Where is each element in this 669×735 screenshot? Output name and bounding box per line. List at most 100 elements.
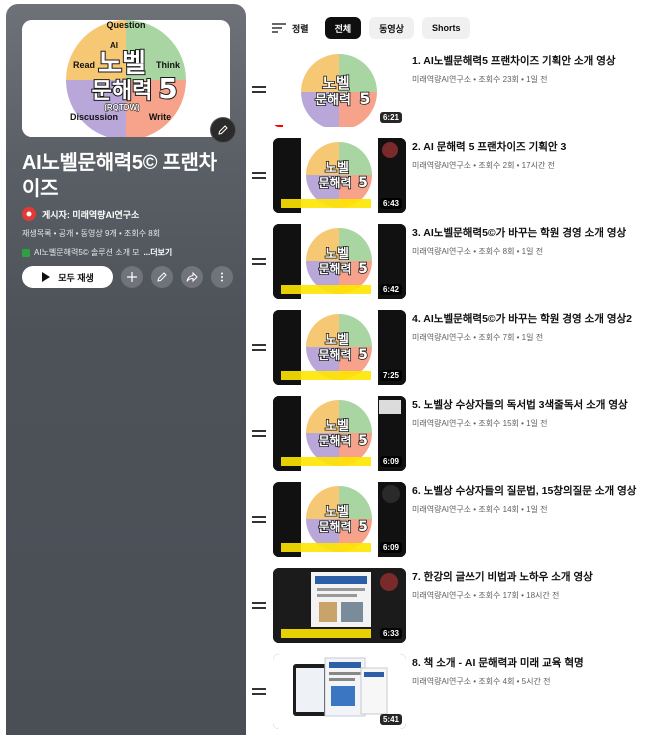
playlist-thumbnail[interactable]: Question Read Think Discussion Write 노벨 … xyxy=(22,20,230,137)
video-row[interactable]: 노벨 문해력 5 6:42 3. AI노벨문해력5©가 바꾸는 학원 경영 소개… xyxy=(252,224,662,310)
play-all-button[interactable]: 모두 재생 xyxy=(22,266,113,288)
video-row[interactable]: 노벨 문해력 5 6:43 2. AI 문해력 5 프랜차이즈 기획안 3 미래… xyxy=(252,138,662,224)
playlist-actions: 모두 재생 xyxy=(22,266,233,288)
video-duration: 6:42 xyxy=(379,284,402,295)
more-vert-icon xyxy=(221,272,223,282)
video-row[interactable]: 노벨 문해력 5 7:25 4. AI노벨문해력5©가 바꾸는 학원 경영 소개… xyxy=(252,310,662,396)
drag-handle-icon[interactable] xyxy=(252,344,266,352)
video-thumbnail[interactable]: 노벨 문해력 5 6:43 xyxy=(273,138,406,213)
video-meta: 미래역량AI연구소 • 조회수 23회 • 1일 전 xyxy=(412,75,548,84)
caption-band xyxy=(281,371,371,380)
add-video-button[interactable] xyxy=(121,266,143,288)
video-title[interactable]: 7. 한강의 글쓰기 비법과 노하우 소개 영상 xyxy=(412,570,657,584)
caption-band xyxy=(281,629,371,638)
video-duration: 6:43 xyxy=(379,198,402,209)
video-thumbnail[interactable]: 노벨 문해력 5 6:09 xyxy=(273,482,406,557)
drag-handle-icon[interactable] xyxy=(252,688,266,696)
chip-videos[interactable]: 동영상 xyxy=(369,17,414,39)
video-row[interactable]: 노벨 문해력 5 6:09 6. 노벨상 수상자들의 질문법, 15창의질문 소… xyxy=(252,482,662,568)
svg-text:5: 5 xyxy=(358,347,368,363)
video-thumbnail[interactable]: 노벨 문해력 5 6:21 xyxy=(273,52,406,127)
channel-logo-icon xyxy=(26,211,32,217)
channel-name[interactable]: 미래역량AI연구소 xyxy=(412,591,471,600)
video-thumbnail[interactable]: 6:33 xyxy=(273,568,406,643)
svg-text:노벨: 노벨 xyxy=(325,505,349,520)
video-row[interactable]: 6:33 7. 한강의 글쓰기 비법과 노하우 소개 영상 미래역량AI연구소 … xyxy=(252,568,662,654)
video-stats: 조회수 7회 • 1일 전 xyxy=(478,333,544,342)
sort-label: 정렬 xyxy=(292,23,309,34)
play-icon xyxy=(42,272,51,282)
video-thumbnail[interactable]: 5:41 xyxy=(273,654,406,729)
video-thumbnail[interactable]: 노벨 문해력 5 7:25 xyxy=(273,310,406,385)
playlist-description[interactable]: AI노벨문해력5© 솔루션 소개 모 ...더보기 xyxy=(22,247,172,258)
svg-text:문해력: 문해력 xyxy=(315,92,351,108)
pencil-icon xyxy=(157,272,167,282)
channel-name[interactable]: 미래역량AI연구소 xyxy=(412,161,471,170)
share-button[interactable] xyxy=(181,266,203,288)
chip-all[interactable]: 전체 xyxy=(324,17,362,39)
video-duration: 6:33 xyxy=(379,628,402,639)
drag-handle-icon[interactable] xyxy=(252,172,266,180)
video-duration: 7:25 xyxy=(379,370,402,381)
caption-band xyxy=(281,199,371,208)
drag-handle-icon[interactable] xyxy=(252,430,266,438)
svg-text:(RQTDW): (RQTDW) xyxy=(104,103,140,112)
drag-handle-icon[interactable] xyxy=(252,86,266,94)
svg-text:5: 5 xyxy=(359,89,370,108)
video-stats: 조회수 4회 • 5시간 전 xyxy=(478,677,551,686)
svg-text:문해력: 문해력 xyxy=(318,348,351,362)
drag-handle-icon[interactable] xyxy=(252,602,266,610)
sort-button[interactable]: 정렬 xyxy=(272,22,309,35)
more-link[interactable]: ...더보기 xyxy=(144,247,173,258)
channel-name[interactable]: 미래역량AI연구소 xyxy=(412,247,471,256)
svg-text:5: 5 xyxy=(358,433,368,449)
svg-text:노벨: 노벨 xyxy=(322,74,350,92)
video-stats: 조회수 2회 • 17시간 전 xyxy=(478,161,555,170)
video-thumbnail[interactable]: 노벨 문해력 5 6:09 xyxy=(273,396,406,471)
video-stats: 조회수 14회 • 1일 전 xyxy=(478,505,548,514)
chip-shorts[interactable]: Shorts xyxy=(421,17,471,39)
video-row[interactable]: 5:41 8. 책 소개 - AI 문해력과 미래 교육 혁명 미래역량AI연구… xyxy=(252,654,662,735)
video-row[interactable]: 노벨 문해력 5 6:09 5. 노벨상 수상자들의 독서법 3색줄독서 소개 … xyxy=(252,396,662,482)
drag-handle-icon[interactable] xyxy=(252,516,266,524)
video-title[interactable]: 6. 노벨상 수상자들의 질문법, 15창의질문 소개 영상 xyxy=(412,484,657,498)
channel-name[interactable]: 미래역량AI연구소 xyxy=(412,333,471,342)
video-duration: 5:41 xyxy=(379,714,402,725)
video-thumbnail[interactable]: 노벨 문해력 5 6:42 xyxy=(273,224,406,299)
video-list: 노벨 문해력 5 6:21 1. AI노벨문해력5 프랜차이즈 기획안 소개 영… xyxy=(252,52,662,735)
edit-playlist-button[interactable] xyxy=(151,266,173,288)
video-title[interactable]: 4. AI노벨문해력5©가 바꾸는 학원 경영 소개 영상2 xyxy=(412,312,657,326)
svg-text:5: 5 xyxy=(158,72,177,105)
video-meta: 미래역량AI연구소 • 조회수 7회 • 1일 전 xyxy=(412,333,544,342)
video-title[interactable]: 3. AI노벨문해력5©가 바꾸는 학원 경영 소개 영상 xyxy=(412,226,657,240)
more-actions-button[interactable] xyxy=(211,266,233,288)
video-duration: 6:09 xyxy=(379,542,402,553)
playlist-meta: 재생목록 • 공개 • 동영상 9개 • 조회수 8회 xyxy=(22,229,161,238)
playlist-owner[interactable]: 게시자: 미래역량AI연구소 xyxy=(22,207,139,221)
checkmark-icon xyxy=(22,248,30,257)
channel-name[interactable]: 미래역량AI연구소 xyxy=(412,75,471,84)
share-icon xyxy=(186,271,198,283)
video-meta: 미래역량AI연구소 • 조회수 14회 • 1일 전 xyxy=(412,505,548,514)
video-title[interactable]: 2. AI 문해력 5 프랜차이즈 기획안 3 xyxy=(412,140,657,154)
rqtdw-logo: Question Read Think Discussion Write 노벨 … xyxy=(22,20,230,137)
video-duration: 6:09 xyxy=(379,456,402,467)
video-row[interactable]: 노벨 문해력 5 6:21 1. AI노벨문해력5 프랜차이즈 기획안 소개 영… xyxy=(252,52,662,138)
video-stats: 조회수 8회 • 1일 전 xyxy=(478,247,544,256)
play-all-label: 모두 재생 xyxy=(58,272,94,283)
svg-text:노벨: 노벨 xyxy=(325,161,349,176)
edit-thumbnail-button[interactable] xyxy=(210,117,236,143)
video-duration: 6:21 xyxy=(379,112,402,123)
drag-handle-icon[interactable] xyxy=(252,258,266,266)
channel-name[interactable]: 미래역량AI연구소 xyxy=(412,505,471,514)
svg-text:5: 5 xyxy=(358,519,368,535)
channel-name[interactable]: 미래역량AI연구소 xyxy=(412,419,471,428)
video-meta: 미래역량AI연구소 • 조회수 15회 • 1일 전 xyxy=(412,419,548,428)
svg-text:노벨: 노벨 xyxy=(98,49,146,79)
channel-name[interactable]: 미래역량AI연구소 xyxy=(412,677,471,686)
video-title[interactable]: 8. 책 소개 - AI 문해력과 미래 교육 혁명 xyxy=(412,656,657,670)
video-title[interactable]: 5. 노벨상 수상자들의 독서법 3색줄독서 소개 영상 xyxy=(412,398,657,412)
svg-text:Question: Question xyxy=(106,20,145,30)
video-title[interactable]: 1. AI노벨문해력5 프랜차이즈 기획안 소개 영상 xyxy=(412,54,657,68)
filter-bar: 정렬 전체 동영상 Shorts xyxy=(272,17,471,39)
